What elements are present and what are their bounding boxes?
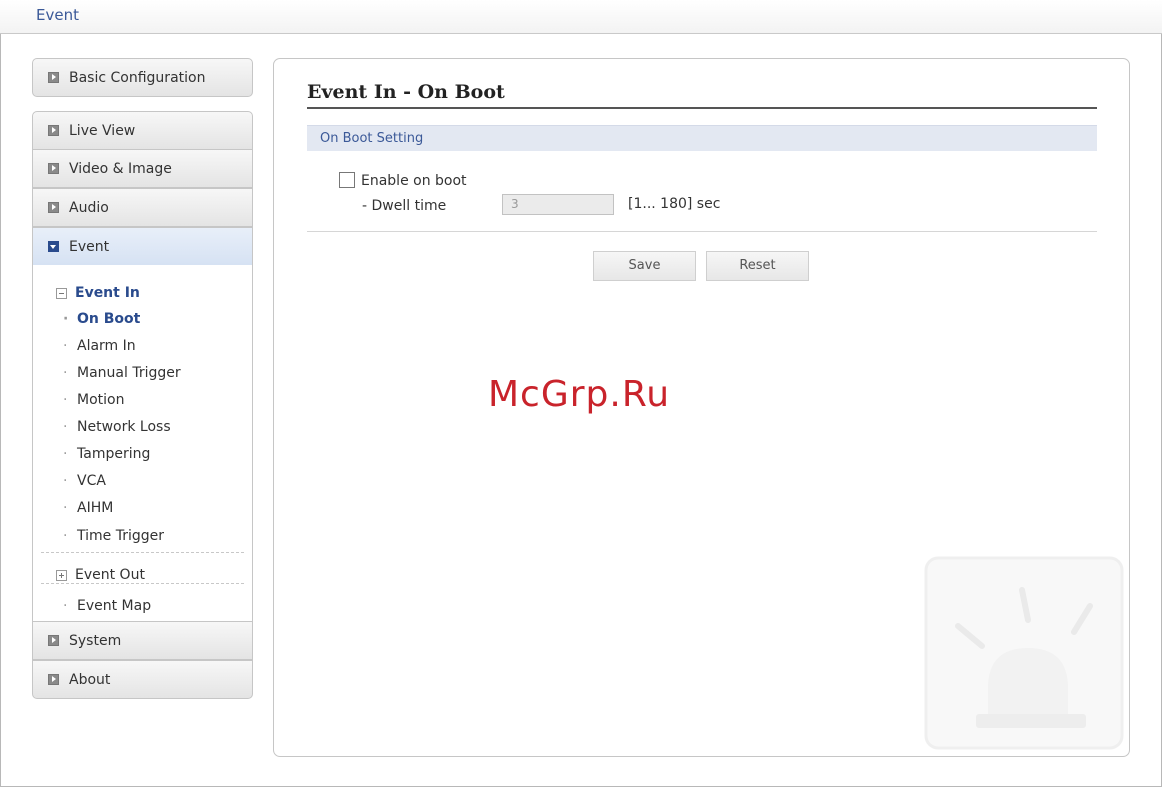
submenu-item-aihm[interactable]: AIHM bbox=[63, 500, 113, 516]
submenu-item-time-trigger[interactable]: Time Trigger bbox=[63, 528, 164, 544]
expand-plus-icon bbox=[56, 569, 67, 581]
expand-arrow-icon bbox=[48, 72, 59, 83]
divider bbox=[307, 231, 1097, 232]
submenu-item-manual-trigger[interactable]: Manual Trigger bbox=[63, 365, 181, 381]
collapse-minus-icon bbox=[56, 287, 67, 299]
nav-system[interactable]: System bbox=[32, 621, 253, 660]
submenu-item-alarm-in[interactable]: Alarm In bbox=[63, 338, 136, 354]
submenu-item-on-boot[interactable]: On Boot bbox=[63, 311, 140, 327]
title-underline bbox=[307, 107, 1097, 109]
divider bbox=[41, 552, 244, 553]
expand-arrow-icon bbox=[48, 674, 59, 685]
nav-label: Event bbox=[69, 238, 110, 255]
event-in-label: Event In bbox=[75, 285, 140, 301]
top-bar: Event bbox=[0, 0, 1162, 34]
nav-label: Live View bbox=[69, 122, 136, 139]
nav-event[interactable]: Event bbox=[32, 227, 253, 266]
nav-label: Video & Image bbox=[69, 160, 172, 177]
save-button[interactable]: Save bbox=[593, 251, 696, 281]
dwell-time-range: [1... 180] sec bbox=[628, 196, 721, 212]
expand-arrow-icon bbox=[48, 202, 59, 213]
nav-audio[interactable]: Audio bbox=[32, 188, 253, 227]
nav-label: System bbox=[69, 632, 122, 649]
submenu-item-network-loss[interactable]: Network Loss bbox=[63, 419, 171, 435]
enable-on-boot-label: Enable on boot bbox=[361, 173, 467, 189]
divider bbox=[41, 583, 244, 584]
reset-button[interactable]: Reset bbox=[706, 251, 809, 281]
nav-label: Audio bbox=[69, 199, 109, 216]
nav-label: Basic Configuration bbox=[69, 69, 206, 86]
page-header-title: Event bbox=[36, 6, 79, 24]
event-submenu: Event In On Boot Alarm In Manual Trigger… bbox=[32, 265, 253, 621]
event-in-group[interactable]: Event In bbox=[56, 285, 140, 301]
watermark-text: McGrp.Ru bbox=[488, 374, 671, 415]
submenu-item-tampering[interactable]: Tampering bbox=[63, 446, 150, 462]
expand-arrow-icon bbox=[48, 635, 59, 646]
submenu-item-event-map[interactable]: Event Map bbox=[63, 598, 151, 614]
page-title: Event In - On Boot bbox=[307, 81, 505, 103]
section-header: On Boot Setting bbox=[307, 125, 1097, 151]
expand-arrow-icon bbox=[48, 163, 59, 174]
event-out-group[interactable]: Event Out bbox=[56, 567, 145, 583]
expand-arrow-icon bbox=[48, 125, 59, 136]
dwell-time-label: - Dwell time bbox=[362, 198, 447, 214]
nav-live-view[interactable]: Live View bbox=[32, 111, 253, 150]
collapse-arrow-icon bbox=[48, 241, 59, 252]
nav-label: About bbox=[69, 671, 111, 688]
nav-about[interactable]: About bbox=[32, 660, 253, 699]
alarm-light-icon bbox=[924, 556, 1124, 750]
submenu-item-vca[interactable]: VCA bbox=[63, 473, 106, 489]
submenu-item-motion[interactable]: Motion bbox=[63, 392, 125, 408]
enable-on-boot-checkbox[interactable] bbox=[339, 172, 355, 188]
nav-video-image[interactable]: Video & Image bbox=[32, 149, 253, 188]
dwell-time-input[interactable]: 3 bbox=[502, 194, 614, 215]
event-out-label: Event Out bbox=[75, 567, 145, 583]
nav-basic-configuration[interactable]: Basic Configuration bbox=[32, 58, 253, 97]
